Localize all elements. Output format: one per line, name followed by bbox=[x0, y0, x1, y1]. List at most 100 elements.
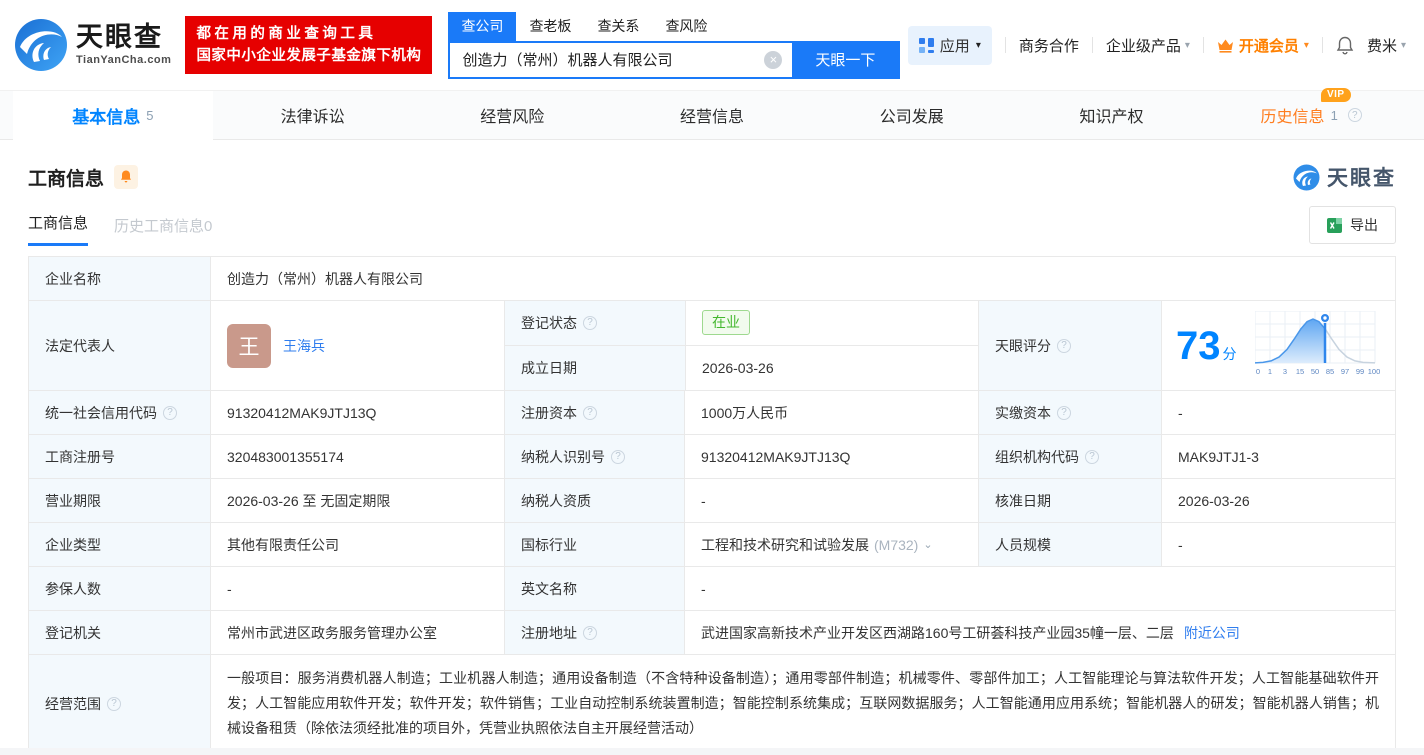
company-tabs: 基本信息 5 法律诉讼 经营风险 经营信息 公司发展 知识产权 历史信息 VIP… bbox=[0, 88, 1424, 140]
field-label: 企业类型 bbox=[29, 523, 210, 566]
nav-cooperation[interactable]: 商务合作 bbox=[1019, 35, 1079, 56]
help-icon[interactable]: ? bbox=[107, 696, 121, 711]
field-label: 天眼评分? bbox=[978, 301, 1161, 390]
search-box: × 天眼一下 bbox=[448, 40, 901, 79]
help-icon[interactable]: ? bbox=[1057, 405, 1071, 420]
establish-date-value: 2026-03-26 bbox=[685, 345, 978, 390]
help-icon[interactable]: ? bbox=[583, 315, 597, 330]
chevron-down-icon: ▾ bbox=[1400, 39, 1406, 51]
help-icon[interactable]: ? bbox=[583, 625, 597, 640]
tab-company-development[interactable]: 公司发展 bbox=[812, 91, 1012, 139]
user-menu[interactable]: 费米 ▾ bbox=[1367, 35, 1406, 56]
notification-bell-icon[interactable] bbox=[1336, 36, 1354, 55]
search-tab-risk[interactable]: 查风险 bbox=[652, 12, 720, 41]
field-label: 登记机关 bbox=[29, 611, 210, 654]
taxpayer-id-value: 91320412MAK9JTJ13Q bbox=[684, 435, 978, 478]
export-button[interactable]: 导出 bbox=[1309, 206, 1396, 244]
apps-grid-icon bbox=[918, 37, 934, 53]
divider bbox=[1321, 37, 1323, 53]
tianyancha-logo[interactable]: 天眼查 TianYanCha.com bbox=[14, 18, 171, 72]
tab-basic-info[interactable]: 基本信息 5 bbox=[13, 91, 213, 140]
staff-size-value: - bbox=[1161, 523, 1395, 566]
subtab-history-business-info[interactable]: 历史工商信息0 bbox=[114, 215, 212, 246]
legal-rep-link[interactable]: 王海兵 bbox=[283, 336, 325, 356]
help-icon[interactable]: ? bbox=[611, 449, 625, 464]
table-row: 统一社会信用代码? 91320412MAK9JTJ13Q 注册资本? 1000万… bbox=[29, 391, 1395, 435]
score-axis-ticks: 0 1 3 15 50 85 97 99 100 bbox=[1256, 367, 1380, 376]
field-label: 营业期限 bbox=[29, 479, 210, 522]
company-type-value: 其他有限责任公司 bbox=[210, 523, 504, 566]
help-icon[interactable]: ? bbox=[163, 405, 177, 420]
table-row: 经营范围? 一般项目：服务消费机器人制造；工业机器人制造；通用设备制造（不含特种… bbox=[29, 655, 1395, 752]
apps-menu[interactable]: 应用 ▾ bbox=[907, 25, 992, 65]
field-label: 成立日期 bbox=[505, 345, 685, 390]
svg-text:85: 85 bbox=[1326, 367, 1334, 376]
tianyancha-logo-icon bbox=[14, 18, 68, 72]
score-value: 73 bbox=[1176, 323, 1221, 368]
tab-label: 法律诉讼 bbox=[280, 109, 345, 126]
slogan-line2: 国家中小企业发展子基金旗下机构 bbox=[196, 48, 422, 64]
field-label: 实缴资本? bbox=[978, 391, 1161, 434]
status-date-subgrid: 登记状态? 在业 成立日期 2026-03-26 bbox=[504, 301, 978, 390]
legal-rep-avatar[interactable]: 王 bbox=[227, 323, 271, 368]
table-row: 企业类型 其他有限责任公司 国标行业 工程和技术研究和试验发展 (M732) ⌄… bbox=[29, 523, 1395, 567]
vip-label: 开通会员 bbox=[1238, 37, 1299, 55]
help-icon[interactable]: ? bbox=[1057, 338, 1071, 353]
tyc-score-cell[interactable]: 73 分 0 1 3 15 50 85 97 99 100 bbox=[1161, 301, 1395, 390]
approval-date-value: 2026-03-26 bbox=[1161, 479, 1395, 522]
insured-count-value: - bbox=[210, 567, 504, 610]
tab-count: 1 bbox=[1330, 107, 1338, 123]
help-icon[interactable]: ? bbox=[583, 405, 597, 420]
divider bbox=[1004, 37, 1006, 53]
chevron-down-icon[interactable]: ⌄ bbox=[923, 538, 932, 551]
business-term-value: 2026-03-26 至 无固定期限 bbox=[210, 479, 504, 522]
tab-legal-lawsuit[interactable]: 法律诉讼 bbox=[213, 91, 413, 139]
tab-intellectual-property[interactable]: 知识产权 bbox=[1012, 91, 1212, 139]
help-icon[interactable]: ? bbox=[1347, 108, 1362, 122]
main-content: 工商信息 天眼查 工商信息 历史工商信息0 导出 企业名称 创造力（常州）机器人… bbox=[0, 162, 1424, 753]
nav-enterprise-products[interactable]: 企业级产品 ▾ bbox=[1106, 35, 1190, 56]
watermark-text: 天眼查 bbox=[1327, 167, 1396, 190]
tab-label: 基本信息 bbox=[72, 107, 141, 127]
field-label: 企业名称 bbox=[29, 257, 210, 300]
search-tab-company[interactable]: 查公司 bbox=[448, 11, 517, 41]
reg-authority-value: 常州市武进区政务服务管理办公室 bbox=[210, 611, 504, 654]
tab-operation-info[interactable]: 经营信息 bbox=[612, 91, 812, 139]
search-button[interactable]: 天眼一下 bbox=[792, 42, 899, 77]
monitor-bell-icon[interactable] bbox=[114, 165, 139, 189]
svg-text:50: 50 bbox=[1311, 367, 1319, 376]
tab-label: 历史信息 bbox=[1260, 109, 1325, 126]
crown-icon bbox=[1217, 38, 1234, 53]
field-label: 工商注册号 bbox=[29, 435, 210, 478]
tab-label: 公司发展 bbox=[879, 109, 944, 126]
svg-text:99: 99 bbox=[1356, 367, 1364, 376]
field-label: 纳税人资质 bbox=[504, 479, 684, 522]
search-tab-relation[interactable]: 查关系 bbox=[584, 12, 652, 41]
field-label: 统一社会信用代码? bbox=[29, 391, 210, 434]
svg-text:100: 100 bbox=[1368, 367, 1381, 376]
svg-text:97: 97 bbox=[1341, 367, 1349, 376]
tab-operation-risk[interactable]: 经营风险 bbox=[412, 91, 612, 139]
clear-icon[interactable]: × bbox=[764, 50, 783, 69]
svg-text:15: 15 bbox=[1296, 367, 1304, 376]
search-tab-boss[interactable]: 查老板 bbox=[516, 12, 584, 41]
reg-number-value: 320483001355174 bbox=[210, 435, 504, 478]
open-vip-button[interactable]: 开通会员 ▾ bbox=[1217, 35, 1309, 56]
help-icon[interactable]: ? bbox=[1085, 449, 1099, 464]
tab-history-info[interactable]: 历史信息 VIP 1 ? bbox=[1211, 88, 1411, 139]
tab-label: 经营信息 bbox=[680, 109, 745, 126]
nearby-companies-link[interactable]: 附近公司 bbox=[1184, 623, 1240, 643]
taxpayer-quality-value: - bbox=[684, 479, 978, 522]
page-background-strip bbox=[0, 748, 1424, 755]
status-badge: 在业 bbox=[702, 310, 750, 336]
svg-text:3: 3 bbox=[1283, 367, 1287, 376]
search-input[interactable] bbox=[450, 42, 765, 77]
field-label: 登记状态? bbox=[505, 301, 685, 346]
reg-address-value: 武进国家高新技术产业开发区西湖路160号工研荟科技产业园35幢一层、二层 附近公… bbox=[684, 611, 1395, 654]
business-info-table: 企业名称 创造力（常州）机器人有限公司 法定代表人 王 王海兵 登记状态? 在业… bbox=[28, 256, 1396, 753]
field-label: 纳税人识别号? bbox=[504, 435, 684, 478]
subtab-business-info[interactable]: 工商信息 bbox=[28, 212, 89, 246]
search-area: 查公司 查老板 查关系 查风险 × 天眼一下 bbox=[448, 11, 901, 79]
user-name: 费米 bbox=[1366, 37, 1397, 55]
chevron-down-icon: ▾ bbox=[1303, 39, 1309, 51]
